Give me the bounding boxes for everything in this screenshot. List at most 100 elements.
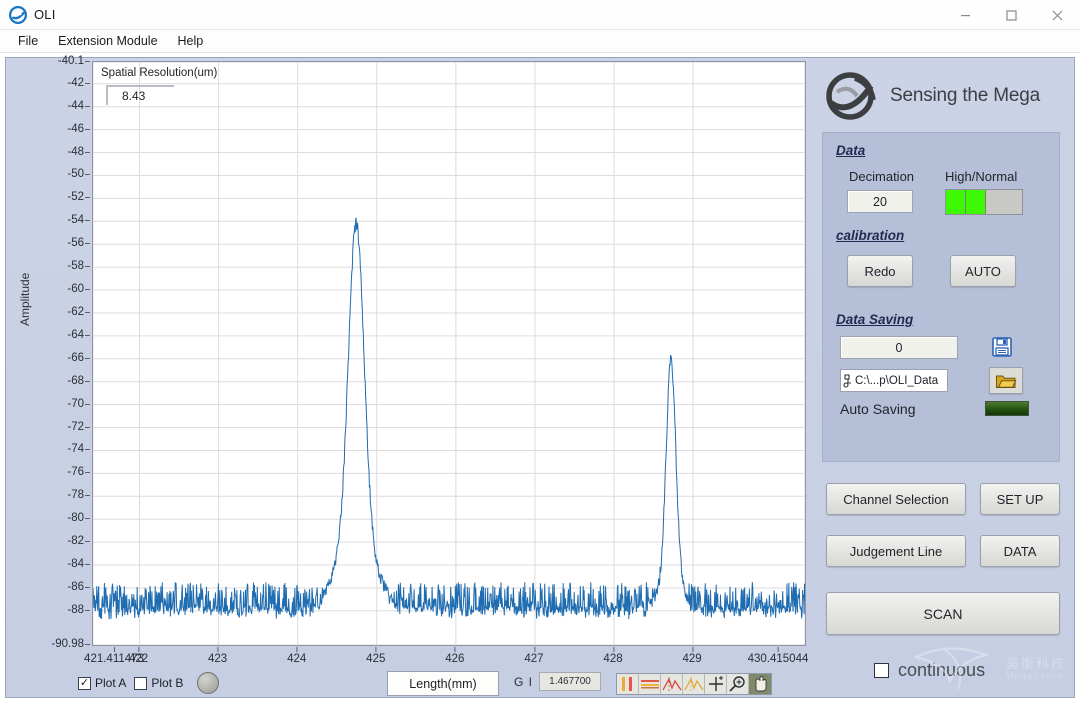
legend-value: 8.43 bbox=[122, 89, 146, 103]
path-browse-icon bbox=[843, 374, 851, 388]
x-axis-tick: 426 bbox=[445, 647, 465, 665]
close-button[interactable] bbox=[1034, 0, 1080, 30]
plot-a-checkbox[interactable]: ✓ bbox=[78, 676, 91, 690]
y-axis-tick: -46 bbox=[67, 122, 90, 135]
y-axis-tick: -42 bbox=[67, 76, 90, 89]
window-title: OLI bbox=[34, 7, 56, 22]
legend-value-wrap: 8.43 bbox=[106, 85, 194, 108]
swirl-logo-icon bbox=[826, 72, 876, 120]
y-axis-tick: -56 bbox=[67, 237, 90, 250]
y-axis-tick: -50 bbox=[67, 168, 90, 181]
plot-b-checkbox[interactable] bbox=[134, 676, 148, 690]
main-panel: Amplitude -40.1 -42 -44 -46 -48 -50 -52 -54 -56-… bbox=[5, 55, 1075, 698]
high-normal-segment bbox=[946, 190, 966, 214]
y-axis-ticks: -40.1 -42 -44 -46 -48 -50 -52 -54 -56 -58 -60 -62 -6… bbox=[38, 55, 91, 650]
calibration-section-title: calibration bbox=[836, 228, 905, 243]
title-bar: OLI bbox=[0, 0, 1080, 30]
graph-tool-icons bbox=[616, 673, 772, 695]
y-axis-tick: -88 bbox=[67, 603, 90, 616]
menu-item-extension-module[interactable]: Extension Module bbox=[49, 32, 166, 50]
app-body: Amplitude -40.1 -42 -44 -46 -48 -50 -52 -54 -56-… bbox=[0, 53, 1080, 702]
y-axis-tick: -80 bbox=[67, 512, 90, 525]
right-side-panel: Sensing the Mega Data Decimation 20 High… bbox=[818, 64, 1068, 692]
y-axis-tick: -76 bbox=[67, 466, 90, 479]
continuous-label: continuous bbox=[898, 660, 986, 680]
pan-hand-icon[interactable] bbox=[749, 674, 771, 694]
continuous-checkbox[interactable] bbox=[874, 663, 889, 678]
plot-color-knob[interactable] bbox=[197, 672, 220, 694]
redo-button[interactable]: Redo bbox=[847, 255, 913, 287]
zoom-icon[interactable] bbox=[727, 674, 749, 694]
y-axis-tick: -78 bbox=[67, 489, 90, 502]
channel-selection-button[interactable]: Channel Selection bbox=[826, 483, 966, 515]
auto-button[interactable]: AUTO bbox=[950, 255, 1016, 287]
y-axis-tick: -74 bbox=[67, 443, 90, 456]
y-axis-tick: -54 bbox=[67, 214, 90, 227]
y-axis-tick: -90.98 bbox=[51, 638, 90, 650]
y-axis-tick: -52 bbox=[67, 191, 90, 204]
y-axis-tick: -44 bbox=[67, 99, 90, 112]
legend-title: Spatial Resolution(um) bbox=[101, 67, 218, 79]
continuous-toggle[interactable]: continuous bbox=[874, 660, 985, 681]
legend-box: Spatial Resolution(um) 8.43 bbox=[101, 67, 251, 119]
plot-trace bbox=[93, 217, 805, 620]
y-axis-tick: -72 bbox=[67, 420, 90, 433]
brand-text: Sensing the Mega bbox=[890, 85, 1040, 106]
scan-button[interactable]: SCAN bbox=[826, 592, 1060, 635]
menu-item-file[interactable]: File bbox=[9, 32, 47, 50]
save-count-field[interactable]: 0 bbox=[840, 336, 958, 359]
data-button[interactable]: DATA bbox=[980, 535, 1060, 567]
plot-lines-icon[interactable] bbox=[639, 674, 661, 694]
peak-marker-red-icon[interactable] bbox=[661, 674, 683, 694]
plot-toggles: ✓ Plot A Plot B bbox=[78, 672, 220, 694]
plot-area[interactable]: Spatial Resolution(um) 8.43 bbox=[92, 61, 806, 646]
x-axis-tick: 424 bbox=[287, 647, 307, 665]
cursor-bars-icon[interactable] bbox=[617, 674, 639, 694]
y-axis-tick: -66 bbox=[67, 351, 90, 364]
y-axis-tick: -60 bbox=[67, 283, 90, 296]
y-axis-tick: -86 bbox=[67, 580, 90, 593]
y-axis-tick: -68 bbox=[67, 374, 90, 387]
y-axis-label: Amplitude bbox=[18, 272, 32, 326]
decimation-field[interactable]: 20 bbox=[847, 190, 913, 213]
y-axis-tick: -64 bbox=[67, 328, 90, 341]
maximize-button[interactable] bbox=[988, 0, 1034, 30]
data-saving-section-title: Data Saving bbox=[836, 312, 914, 327]
x-axis-tick: 423 bbox=[208, 647, 228, 665]
data-section-title: Data bbox=[836, 143, 866, 158]
save-path-value: C:\...p\OLI_Data bbox=[855, 374, 939, 387]
trace-plot-a bbox=[93, 217, 805, 620]
crosshair-icon[interactable] bbox=[705, 674, 727, 694]
gi-label: G I bbox=[514, 674, 534, 689]
x-axis-tick: 428 bbox=[603, 647, 623, 665]
x-axis-tick: 427 bbox=[524, 647, 544, 665]
graph-region: Amplitude -40.1 -42 -44 -46 -48 -50 -52 -54 -56-… bbox=[12, 55, 808, 665]
folder-open-icon[interactable] bbox=[989, 367, 1023, 394]
floppy-save-icon[interactable] bbox=[989, 334, 1015, 360]
y-axis-tick: -70 bbox=[67, 397, 90, 410]
x-axis-tick: 430.415044 bbox=[747, 647, 809, 665]
plot-b-label: Plot B bbox=[151, 676, 184, 690]
y-axis-tick: -58 bbox=[67, 260, 90, 273]
menu-item-help[interactable]: Help bbox=[169, 32, 213, 50]
high-normal-meter[interactable] bbox=[945, 189, 1023, 215]
x-axis-tick: 429 bbox=[682, 647, 702, 665]
save-path-field[interactable]: C:\...p\OLI_Data bbox=[840, 369, 948, 392]
app-logo-icon bbox=[9, 5, 27, 24]
window-controls bbox=[942, 0, 1080, 30]
decimation-label: Decimation bbox=[849, 169, 915, 184]
judgement-line-button[interactable]: Judgement Line bbox=[826, 535, 966, 567]
auto-saving-led[interactable] bbox=[985, 401, 1029, 416]
set-up-button[interactable]: SET UP bbox=[980, 483, 1060, 515]
plot-b-toggle[interactable]: Plot B bbox=[134, 676, 183, 690]
length-unit-field[interactable]: Length(mm) bbox=[387, 671, 499, 696]
gi-value-field[interactable]: 1.467700 bbox=[539, 672, 602, 691]
gi-group: G I 1.467700 bbox=[514, 672, 602, 691]
peak-marker-yellow-icon[interactable] bbox=[683, 674, 705, 694]
plot-a-toggle[interactable]: ✓ Plot A bbox=[78, 676, 126, 690]
minimize-button[interactable] bbox=[942, 0, 988, 30]
auto-saving-label: Auto Saving bbox=[840, 401, 916, 417]
data-card: Data Decimation 20 High/Normal calibrati… bbox=[822, 132, 1060, 462]
y-axis-tick: -62 bbox=[67, 305, 90, 318]
menu-bar: File Extension Module Help bbox=[0, 30, 1080, 53]
